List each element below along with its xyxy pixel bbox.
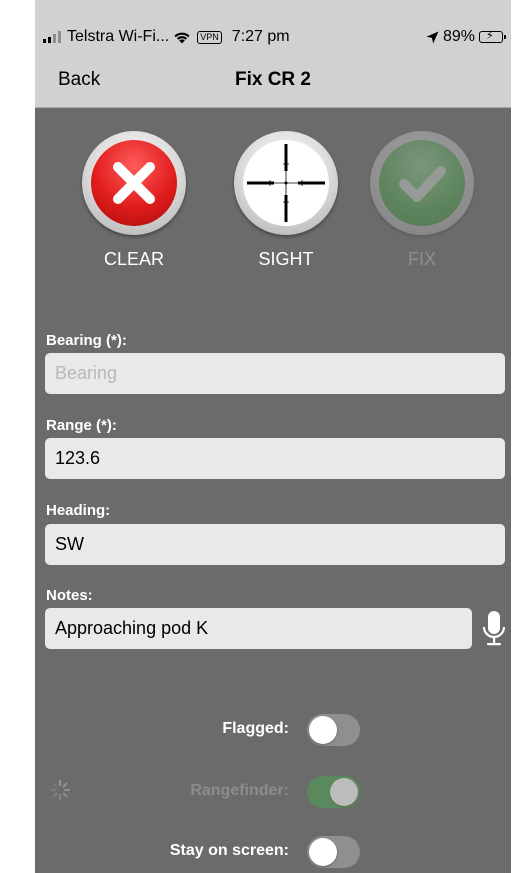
fix-button[interactable] [370, 131, 474, 235]
page-title: Fix CR 2 [234, 69, 312, 90]
sight-label: SIGHT [258, 249, 314, 269]
heading-label: Heading: [46, 502, 111, 519]
loading-spinner-icon [50, 780, 70, 800]
signal-icon [43, 31, 61, 43]
wifi-icon [174, 32, 190, 43]
location-arrow-icon [426, 31, 439, 43]
bearing-input[interactable] [45, 353, 505, 394]
status-left: Telstra Wi-Fi... VPN 7:27 pm [43, 28, 290, 46]
heading-input[interactable]: SW [45, 524, 505, 565]
app-screen: Telstra Wi-Fi... VPN 7:27 pm 89% ⚡ Back … [35, 0, 511, 873]
clear-button[interactable] [82, 131, 186, 235]
checkmark-icon [399, 166, 446, 202]
status-right: 89% ⚡ [426, 28, 506, 46]
status-bar: Telstra Wi-Fi... VPN 7:27 pm 89% ⚡ [35, 0, 511, 50]
stay-on-screen-switch[interactable] [307, 836, 360, 868]
x-icon [113, 162, 155, 204]
microphone-icon[interactable] [482, 610, 506, 648]
range-label: Range (*): [46, 417, 117, 434]
range-input[interactable]: 123.6 [45, 438, 505, 479]
rangefinder-label: Rangefinder: [190, 782, 289, 799]
vpn-badge: VPN [197, 30, 222, 44]
top-bar: Telstra Wi-Fi... VPN 7:27 pm 89% ⚡ Back … [35, 0, 511, 108]
crosshair-icon [247, 144, 325, 222]
notes-label: Notes: [46, 587, 93, 604]
flagged-label: Flagged: [222, 720, 289, 737]
stay-on-screen-label: Stay on screen: [169, 842, 289, 859]
notes-input[interactable]: Approaching pod K [45, 608, 472, 649]
bearing-label: Bearing (*): [46, 332, 127, 349]
flagged-switch[interactable] [307, 714, 360, 746]
status-time: 7:27 pm [231, 28, 290, 45]
clear-label: CLEAR [103, 249, 165, 269]
battery-icon: ⚡ [479, 30, 506, 43]
battery-percent: 89% [442, 28, 475, 45]
navigation-bar: Back Fix CR 2 [35, 58, 511, 102]
fix-label: FIX [407, 249, 436, 269]
carrier-name: Telstra Wi-Fi... [67, 28, 170, 45]
rangefinder-switch[interactable] [307, 776, 360, 808]
sight-button[interactable] [234, 131, 338, 235]
